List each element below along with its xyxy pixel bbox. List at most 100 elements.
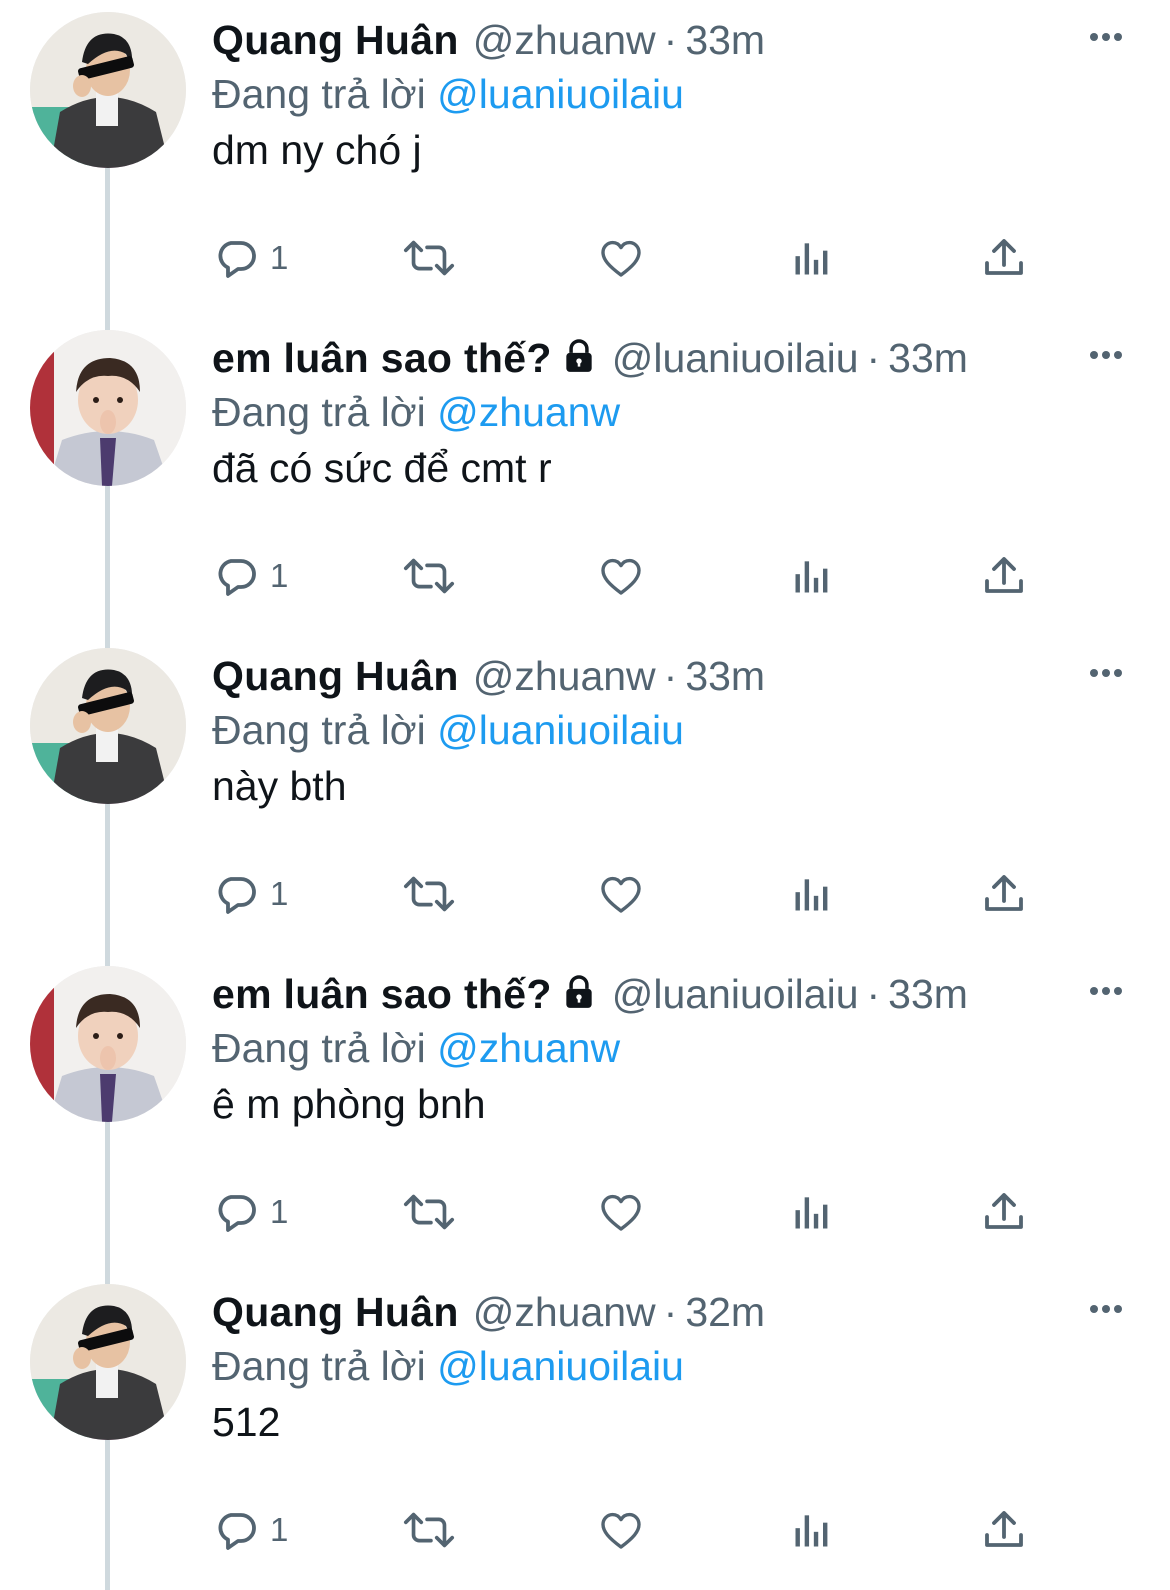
analytics-button[interactable]	[790, 1172, 834, 1252]
analytics-icon	[790, 872, 834, 916]
like-button[interactable]	[596, 218, 646, 298]
more-icon[interactable]	[1086, 22, 1126, 52]
reply-count: 1	[270, 239, 289, 276]
retweet-icon	[400, 1506, 458, 1554]
reply-button[interactable]: 1	[212, 218, 288, 298]
thread-connector-line	[105, 804, 110, 954]
display-name[interactable]: Quang Huân	[212, 653, 459, 699]
tweet[interactable]: Quang Huân @zhuanw · 33m Đang trả lời @luan…	[0, 636, 1170, 954]
analytics-button[interactable]	[790, 536, 834, 616]
user-handle[interactable]: @zhuanw	[473, 1289, 656, 1335]
timestamp[interactable]: 32m	[685, 1289, 765, 1335]
tweet[interactable]: em luân sao thế? @luaniuoilaiu · 33m Đang t…	[0, 318, 1170, 636]
tweet-text: đã có sức để cmt r	[212, 445, 552, 491]
more-icon[interactable]	[1086, 658, 1126, 688]
retweet-icon	[400, 870, 458, 918]
thread-connector-line	[105, 1272, 110, 1284]
avatar[interactable]	[30, 12, 186, 168]
analytics-button[interactable]	[790, 854, 834, 934]
display-name[interactable]: em luân sao thế?	[212, 335, 552, 381]
avatar[interactable]	[30, 330, 186, 486]
timestamp[interactable]: 33m	[685, 653, 765, 699]
user-handle[interactable]: @zhuanw	[473, 653, 656, 699]
more-icon[interactable]	[1086, 976, 1126, 1006]
retweet-button[interactable]	[400, 854, 458, 934]
analytics-button[interactable]	[790, 1490, 834, 1570]
user-handle[interactable]: @luaniuoilaiu	[612, 971, 859, 1017]
retweet-icon	[400, 552, 458, 600]
like-button[interactable]	[596, 1490, 646, 1570]
share-icon	[980, 552, 1028, 600]
user-handle[interactable]: @zhuanw	[473, 17, 656, 63]
tweet-text: này bth	[212, 763, 347, 809]
share-button[interactable]	[980, 218, 1028, 298]
tweet[interactable]: em luân sao thế? @luaniuoilaiu · 33m Đang t…	[0, 954, 1170, 1272]
reply-button[interactable]: 1	[212, 1490, 288, 1570]
reply-icon	[212, 552, 260, 600]
more-icon[interactable]	[1086, 340, 1126, 370]
reply-icon	[212, 234, 260, 282]
tweet-text: 512	[212, 1399, 281, 1445]
tweet-text: dm ny chó j	[212, 127, 422, 173]
share-button[interactable]	[980, 854, 1028, 934]
retweet-button[interactable]	[400, 536, 458, 616]
action-bar: 1	[212, 854, 1072, 934]
tweet-header: Quang Huân @zhuanw · 32m	[212, 1286, 765, 1338]
share-button[interactable]	[980, 1172, 1028, 1252]
reply-button[interactable]: 1	[212, 854, 288, 934]
avatar[interactable]	[30, 648, 186, 804]
reply-icon	[212, 1188, 260, 1236]
retweet-button[interactable]	[400, 1490, 458, 1570]
retweet-button[interactable]	[400, 218, 458, 298]
analytics-icon	[790, 1190, 834, 1234]
analytics-button[interactable]	[790, 218, 834, 298]
avatar[interactable]	[30, 1284, 186, 1440]
tweet[interactable]: Quang Huân @zhuanw · 33m Đang trả lời @luan…	[0, 0, 1170, 318]
mention-link[interactable]: @zhuanw	[437, 389, 620, 435]
tweet-header: Quang Huân @zhuanw · 33m	[212, 14, 765, 66]
like-button[interactable]	[596, 1172, 646, 1252]
tweet[interactable]: Quang Huân @zhuanw · 32m Đang trả lời @luan…	[0, 1272, 1170, 1590]
mention-link[interactable]: @luaniuoilaiu	[437, 707, 684, 753]
thread-connector-line	[105, 318, 110, 330]
mention-link[interactable]: @luaniuoilaiu	[437, 71, 684, 117]
replying-to: Đang trả lời @luaniuoilaiu	[212, 1340, 684, 1392]
retweet-icon	[400, 234, 458, 282]
thread-connector-line	[105, 486, 110, 636]
replying-to: Đang trả lời @zhuanw	[212, 386, 620, 438]
mention-link[interactable]: @zhuanw	[437, 1025, 620, 1071]
reply-count: 1	[270, 875, 289, 912]
share-icon	[980, 234, 1028, 282]
replying-to-label: Đang trả lời	[212, 389, 426, 435]
replying-to-label: Đang trả lời	[212, 1025, 426, 1071]
reply-count: 1	[270, 557, 289, 594]
retweet-icon	[400, 1188, 458, 1236]
analytics-icon	[790, 236, 834, 280]
separator-dot: ·	[866, 971, 881, 1017]
timestamp[interactable]: 33m	[888, 971, 968, 1017]
reply-count: 1	[270, 1193, 289, 1230]
reply-button[interactable]: 1	[212, 536, 288, 616]
retweet-button[interactable]	[400, 1172, 458, 1252]
like-icon	[596, 1188, 646, 1236]
reply-button[interactable]: 1	[212, 1172, 288, 1252]
display-name[interactable]: Quang Huân	[212, 1289, 459, 1335]
timestamp[interactable]: 33m	[685, 17, 765, 63]
timestamp[interactable]: 33m	[888, 335, 968, 381]
user-handle[interactable]: @luaniuoilaiu	[612, 335, 859, 381]
share-button[interactable]	[980, 536, 1028, 616]
share-icon	[980, 1506, 1028, 1554]
avatar[interactable]	[30, 966, 186, 1122]
like-button[interactable]	[596, 854, 646, 934]
thread-connector-line	[105, 1440, 110, 1590]
like-button[interactable]	[596, 536, 646, 616]
like-icon	[596, 552, 646, 600]
share-button[interactable]	[980, 1490, 1028, 1570]
more-icon[interactable]	[1086, 1294, 1126, 1324]
thread-connector-line	[105, 954, 110, 966]
thread-connector-line	[105, 636, 110, 648]
display-name[interactable]: em luân sao thế?	[212, 971, 552, 1017]
share-icon	[980, 1188, 1028, 1236]
mention-link[interactable]: @luaniuoilaiu	[437, 1343, 684, 1389]
display-name[interactable]: Quang Huân	[212, 17, 459, 63]
